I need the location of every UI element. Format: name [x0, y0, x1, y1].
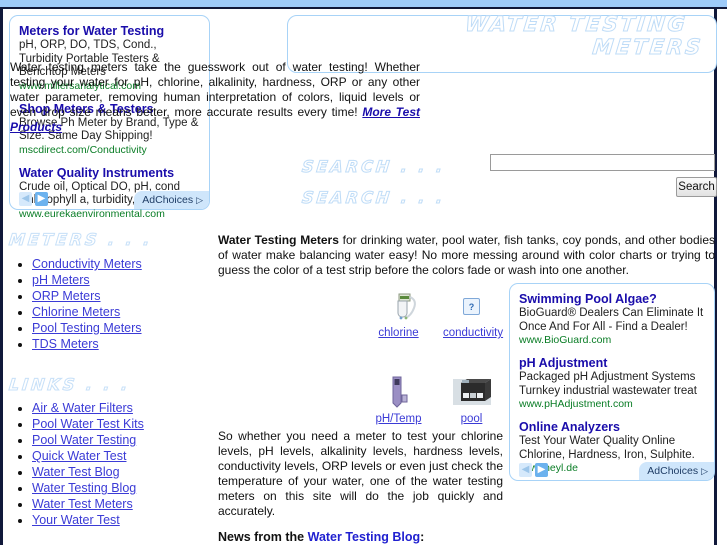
page-root: Meters for Water Testing pH, ORP, DO, TD…	[0, 0, 727, 545]
sidebar-link-pool-water-testing[interactable]: Pool Water Testing	[32, 433, 136, 447]
list-item: pH Meters	[32, 272, 242, 288]
ad-pager: ◀ ▶	[519, 463, 548, 477]
next-arrow-icon[interactable]: ▶	[535, 463, 548, 477]
right-ad-panel: Swimming Pool Algae? BioGuard® Dealers C…	[509, 283, 715, 481]
top-border-rule	[0, 7, 727, 9]
list-item: Air & Water Filters	[32, 400, 242, 416]
sidebar-link-water-test-meters[interactable]: Water Test Meters	[32, 497, 133, 511]
list-item: ORP Meters	[32, 288, 242, 304]
sidebar-link-quick-water-test[interactable]: Quick Water Test	[32, 449, 126, 463]
ad-description: BioGuard® Dealers Can Eliminate It Once …	[519, 307, 704, 333]
adchoices-label: AdChoices	[647, 465, 699, 477]
search-heading-bottom: SEARCH . . .	[301, 188, 447, 208]
header-intro-body: Water testing meters take the guesswork …	[10, 60, 420, 119]
prev-arrow-icon[interactable]: ◀	[19, 192, 32, 206]
list-item: Pool Testing Meters	[32, 320, 242, 336]
ph-temp-meter-icon[interactable]	[370, 371, 427, 411]
sidebar-item-conductivity-meters[interactable]: Conductivity Meters	[32, 257, 142, 271]
news-suffix: :	[420, 530, 425, 544]
adchoices-badge[interactable]: AdChoices ▷	[639, 462, 714, 480]
sidebar-link-water-test-blog[interactable]: Water Test Blog	[32, 465, 120, 479]
news-heading: News from the Water Testing Blog:	[218, 530, 618, 544]
thumbnail-ph-temp[interactable]: pH/Temp	[370, 371, 427, 425]
ad-title[interactable]: Water Quality Instruments	[19, 166, 200, 180]
intro-paragraph-lead: Water Testing Meters	[218, 233, 339, 247]
right-ad-footer: ◀ ▶ AdChoices ▷	[510, 460, 714, 480]
search-button[interactable]: Search	[676, 177, 717, 197]
thumbnail-conductivity[interactable]: ? conductivity	[443, 285, 503, 339]
sidebar-heading-links: LINKS . . .	[8, 375, 132, 395]
sidebar-item-orp-meters[interactable]: ORP Meters	[32, 289, 101, 303]
ad-url[interactable]: www.BioGuard.com	[519, 334, 705, 347]
sidebar-heading-meters: METERS . . .	[8, 230, 154, 250]
ad-url[interactable]: www.eurekaenvironmental.com	[19, 208, 200, 221]
ad-title[interactable]: Swimming Pool Algae?	[519, 292, 705, 306]
sidebar-item-pool-testing-meters[interactable]: Pool Testing Meters	[32, 321, 142, 335]
sidebar-links-list: Air & Water Filters Pool Water Test Kits…	[0, 400, 242, 528]
sidebar-link-water-testing-blog[interactable]: Water Testing Blog	[32, 481, 136, 495]
intro-paragraph: Water Testing Meters for drinking water,…	[218, 233, 715, 278]
sidebar-link-your-water-test[interactable]: Your Water Test	[32, 513, 120, 527]
ad-pager: ◀ ▶	[19, 192, 48, 206]
right-margin-fill	[717, 9, 727, 545]
ad-title[interactable]: Meters for Water Testing	[19, 24, 200, 38]
broken-image-glyph: ?	[463, 298, 480, 315]
ad-description: Test Your Water Quality Online Chlorine,…	[519, 435, 695, 461]
sidebar-item-chlorine-meters[interactable]: Chlorine Meters	[32, 305, 120, 319]
list-item: Pool Water Testing	[32, 432, 242, 448]
header-intro-text: Water testing meters take the guesswork …	[0, 60, 430, 135]
chlorine-meter-icon[interactable]	[370, 285, 427, 325]
left-ad-footer: ◀ ▶ AdChoices ▷	[10, 189, 209, 209]
sidebar-link-air-water-filters[interactable]: Air & Water Filters	[32, 401, 133, 415]
search-heading-top: SEARCH . . .	[301, 157, 447, 177]
ad-description: Packaged pH Adjustment Systems Turnkey i…	[519, 371, 697, 397]
page-title: WATER TESTING METERS	[286, 12, 719, 60]
adchoices-triangle-icon: ▷	[701, 466, 708, 476]
ad-url[interactable]: mscdirect.com/Conductivity	[19, 144, 200, 157]
thumbnail-chlorine[interactable]: chlorine	[370, 285, 427, 339]
adchoices-triangle-icon: ▷	[196, 195, 203, 205]
list-item: Chlorine Meters	[32, 304, 242, 320]
product-thumbnail-grid: chlorine ? conductivity pH/Temp pool	[370, 285, 503, 425]
thumbnail-row: chlorine ? conductivity	[370, 285, 503, 339]
page-title-line1: WATER TESTING	[463, 12, 689, 37]
page-title-line2: METERS	[591, 35, 705, 60]
news-prefix: News from the	[218, 530, 308, 544]
closing-paragraph: So whether you need a meter to test your…	[218, 429, 503, 518]
sidebar-item-ph-meters[interactable]: pH Meters	[32, 273, 90, 287]
list-item: TDS Meters	[32, 336, 242, 352]
next-arrow-icon[interactable]: ▶	[35, 192, 48, 206]
list-item: Your Water Test	[32, 512, 242, 528]
broken-image-icon: ?	[443, 285, 500, 325]
ad-url[interactable]: www.pHAdjustment.com	[519, 398, 705, 411]
list-item: Water Test Blog	[32, 464, 242, 480]
list-item: Water Test Meters	[32, 496, 242, 512]
thumbnail-caption[interactable]: pool	[443, 413, 500, 425]
pool-meter-icon[interactable]	[443, 371, 500, 411]
list-item: Pool Water Test Kits	[32, 416, 242, 432]
water-testing-blog-link[interactable]: Water Testing Blog	[308, 530, 421, 544]
adchoices-label: AdChoices	[142, 194, 194, 206]
sidebar-link-pool-water-test-kits[interactable]: Pool Water Test Kits	[32, 417, 144, 431]
sidebar-meters-list: Conductivity Meters pH Meters ORP Meters…	[0, 256, 242, 352]
list-item: Quick Water Test	[32, 448, 242, 464]
ad-title[interactable]: pH Adjustment	[519, 356, 705, 370]
list-item: Conductivity Meters	[32, 256, 242, 272]
top-accent-bar	[0, 0, 727, 7]
ad-unit[interactable]: pH Adjustment Packaged pH Adjustment Sys…	[519, 356, 705, 411]
ad-unit[interactable]: Swimming Pool Algae? BioGuard® Dealers C…	[519, 292, 705, 347]
adchoices-badge[interactable]: AdChoices ▷	[134, 191, 209, 209]
right-ad-list: Swimming Pool Algae? BioGuard® Dealers C…	[510, 284, 714, 475]
sidebar-item-tds-meters[interactable]: TDS Meters	[32, 337, 99, 351]
list-item: Water Testing Blog	[32, 480, 242, 496]
thumbnail-caption[interactable]: chlorine	[370, 327, 427, 339]
ad-title[interactable]: Online Analyzers	[519, 420, 705, 434]
thumbnail-caption[interactable]: pH/Temp	[370, 413, 427, 425]
search-input[interactable]	[490, 154, 715, 171]
prev-arrow-icon[interactable]: ◀	[519, 463, 532, 477]
thumbnail-pool[interactable]: pool	[443, 371, 500, 425]
thumbnail-caption[interactable]: conductivity	[443, 327, 503, 339]
thumbnail-row: pH/Temp pool	[370, 371, 500, 425]
